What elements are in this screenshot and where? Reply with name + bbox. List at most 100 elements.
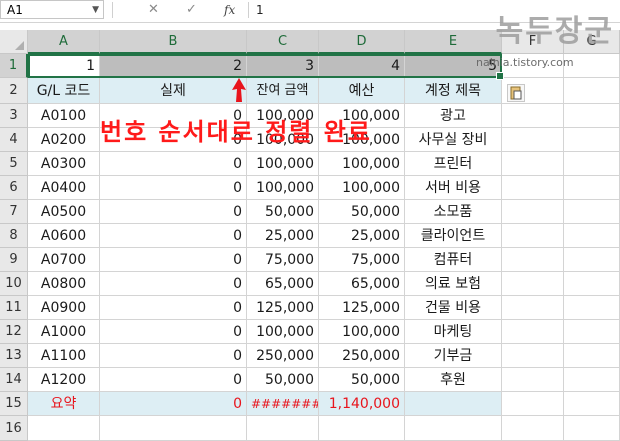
cell-c1[interactable]: 3 (247, 54, 319, 78)
paste-options-icon[interactable] (507, 84, 525, 102)
cell-g11[interactable] (564, 296, 620, 320)
table-cell-budget[interactable]: 250,000 (319, 344, 405, 368)
table-cell-account[interactable]: 사무실 장비 (405, 128, 502, 152)
cell-a1[interactable]: 1 (28, 54, 100, 78)
table-cell-budget[interactable]: 125,000 (319, 296, 405, 320)
cell-d16[interactable] (319, 416, 405, 441)
table-cell-actual[interactable]: 0 (100, 128, 247, 152)
column-header-b[interactable]: B (100, 30, 247, 54)
table-cell-code[interactable]: A0500 (28, 200, 100, 224)
table-cell-budget[interactable]: 25,000 (319, 224, 405, 248)
table-cell-code[interactable]: A0200 (28, 128, 100, 152)
column-header-a[interactable]: A (28, 30, 100, 54)
table-cell-code[interactable]: A0700 (28, 248, 100, 272)
row-header-11[interactable]: 11 (0, 296, 28, 320)
table-cell-actual[interactable]: 0 (100, 248, 247, 272)
row-header-12[interactable]: 12 (0, 320, 28, 344)
table-cell-actual[interactable]: 0 (100, 368, 247, 392)
table-cell-balance[interactable]: 25,000 (247, 224, 319, 248)
table-cell-account[interactable]: 후원 (405, 368, 502, 392)
table-cell-account[interactable]: 서버 비용 (405, 176, 502, 200)
row-header-10[interactable]: 10 (0, 272, 28, 296)
column-header-c[interactable]: C (247, 30, 319, 54)
header-budget[interactable]: 예산 (319, 78, 405, 104)
table-cell-balance[interactable]: 100,000 (247, 176, 319, 200)
header-balance[interactable]: 잔여 금액 (247, 78, 319, 104)
select-all-button[interactable] (0, 30, 28, 54)
table-cell-balance[interactable]: 100,000 (247, 104, 319, 128)
cell-b16[interactable] (100, 416, 247, 441)
table-cell-code[interactable]: A0300 (28, 152, 100, 176)
table-cell-account[interactable]: 의료 보험 (405, 272, 502, 296)
cell-e16[interactable] (405, 416, 502, 441)
cell-f13[interactable] (502, 344, 564, 368)
table-cell-actual[interactable]: 0 (100, 344, 247, 368)
table-cell-account[interactable]: 컴퓨터 (405, 248, 502, 272)
table-cell-account[interactable]: 기부금 (405, 344, 502, 368)
cell-g12[interactable] (564, 320, 620, 344)
table-cell-code[interactable]: A0100 (28, 104, 100, 128)
table-cell-code[interactable]: A0600 (28, 224, 100, 248)
cell-f14[interactable] (502, 368, 564, 392)
table-cell-budget[interactable]: 100,000 (319, 104, 405, 128)
cell-f7[interactable] (502, 200, 564, 224)
table-cell-code[interactable]: A1200 (28, 368, 100, 392)
table-cell-account[interactable]: 클라이언트 (405, 224, 502, 248)
row-header-9[interactable]: 9 (0, 248, 28, 272)
table-cell-actual[interactable]: 0 (100, 152, 247, 176)
function-icon[interactable]: fx (224, 0, 235, 20)
cell-g7[interactable] (564, 200, 620, 224)
table-cell-account[interactable]: 소모품 (405, 200, 502, 224)
cell-g14[interactable] (564, 368, 620, 392)
table-cell-actual[interactable]: 0 (100, 296, 247, 320)
table-cell-balance[interactable]: 50,000 (247, 200, 319, 224)
row-header-3[interactable]: 3 (0, 104, 28, 128)
formula-input[interactable]: 1 (256, 0, 264, 20)
cell-f4[interactable] (502, 128, 564, 152)
table-cell-actual[interactable]: 0 (100, 200, 247, 224)
cell-f11[interactable] (502, 296, 564, 320)
table-cell-budget[interactable]: 100,000 (319, 152, 405, 176)
summary-actual[interactable]: 0 (100, 392, 247, 416)
row-header-14[interactable]: 14 (0, 368, 28, 392)
cell-g15[interactable] (564, 392, 620, 416)
table-cell-balance[interactable]: 100,000 (247, 128, 319, 152)
table-cell-account[interactable]: 건물 비용 (405, 296, 502, 320)
column-header-e[interactable]: E (405, 30, 502, 54)
cell-b1[interactable]: 2 (100, 54, 247, 78)
header-actual[interactable]: 실제 (100, 78, 247, 104)
table-cell-balance[interactable]: 50,000 (247, 368, 319, 392)
cell-g9[interactable] (564, 248, 620, 272)
table-cell-balance[interactable]: 100,000 (247, 152, 319, 176)
table-cell-code[interactable]: A1100 (28, 344, 100, 368)
table-cell-code[interactable]: A0400 (28, 176, 100, 200)
table-cell-budget[interactable]: 65,000 (319, 272, 405, 296)
cell-f6[interactable] (502, 176, 564, 200)
table-cell-balance[interactable]: 250,000 (247, 344, 319, 368)
cell-g10[interactable] (564, 272, 620, 296)
cell-f8[interactable] (502, 224, 564, 248)
table-cell-actual[interactable]: 0 (100, 272, 247, 296)
table-cell-balance[interactable]: 125,000 (247, 296, 319, 320)
name-box[interactable]: A1 ▼ (0, 0, 104, 19)
row-header-5[interactable]: 5 (0, 152, 28, 176)
table-cell-account[interactable]: 광고 (405, 104, 502, 128)
row-header-15[interactable]: 15 (0, 392, 28, 416)
cell-f3[interactable] (502, 104, 564, 128)
table-cell-budget[interactable]: 100,000 (319, 176, 405, 200)
cell-g8[interactable] (564, 224, 620, 248)
row-header-13[interactable]: 13 (0, 344, 28, 368)
table-cell-code[interactable]: A0900 (28, 296, 100, 320)
cell-f10[interactable] (502, 272, 564, 296)
table-cell-actual[interactable]: 0 (100, 320, 247, 344)
table-cell-account[interactable]: 프린터 (405, 152, 502, 176)
cell-f15[interactable] (502, 392, 564, 416)
row-header-8[interactable]: 8 (0, 224, 28, 248)
table-cell-budget[interactable]: 100,000 (319, 128, 405, 152)
cell-g4[interactable] (564, 128, 620, 152)
chevron-down-icon[interactable]: ▼ (92, 1, 99, 20)
cell-a16[interactable] (28, 416, 100, 441)
table-cell-balance[interactable]: 65,000 (247, 272, 319, 296)
header-gl-code[interactable]: G/L 코드 (28, 78, 100, 104)
row-header-6[interactable]: 6 (0, 176, 28, 200)
